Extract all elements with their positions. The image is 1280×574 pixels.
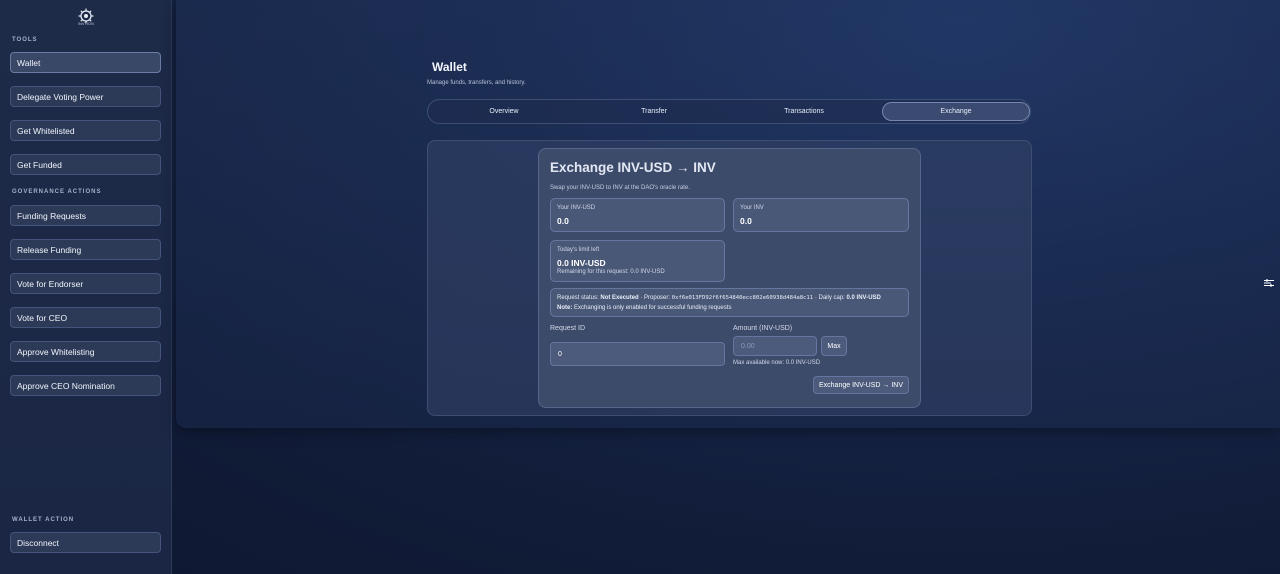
daily-limit-note: Remaining for this request: 0.0 INV-USD — [557, 269, 665, 275]
sidebar-item-wallet[interactable]: Wallet — [10, 52, 161, 73]
tab-exchange[interactable]: Exchange — [882, 102, 1030, 121]
daily-cap-value: 0.0 INV-USD — [846, 295, 881, 301]
daily-limit-value: 0.0 INV-USD — [557, 258, 606, 268]
sidebar-item-vote-for-endorser[interactable]: Vote for Endorser — [10, 273, 161, 294]
note-text: Exchanging is only enabled for successfu… — [572, 305, 732, 311]
governance-section-label: GOVERNANCE ACTIONS — [12, 189, 102, 195]
exchange-title: Exchange INV-USD → INV — [550, 160, 716, 175]
proposer-prefix: · Proposer: — [638, 295, 672, 301]
exchange-submit-button[interactable]: Exchange INV-USD → INV — [813, 376, 909, 394]
exchange-subtitle: Swap your INV-USD to INV at the DAO's or… — [550, 185, 690, 191]
your-inv-label: Your INV — [740, 205, 764, 211]
sidebar: INVTION TOOLS Wallet Delegate Voting Pow… — [0, 0, 172, 574]
proposer-address: 0xf6e013FD92f6f654840ecc802e60938d484a8c… — [671, 295, 814, 301]
logo-text: INVTION — [77, 22, 95, 26]
wallet-tabs: Overview Transfer Transactions Exchange — [427, 99, 1031, 124]
filter-settings-icon[interactable] — [1262, 276, 1276, 290]
amount-input[interactable] — [733, 336, 817, 356]
sidebar-item-approve-whitelisting[interactable]: Approve Whitelisting — [10, 341, 161, 362]
request-id-input[interactable] — [550, 342, 725, 366]
sidebar-item-vote-for-ceo[interactable]: Vote for CEO — [10, 307, 161, 328]
your-invusd-box: Your INV-USD 0.0 — [550, 198, 725, 232]
note-label: Note: — [557, 305, 573, 311]
page-subtitle: Manage funds, transfers, and history. — [427, 80, 526, 86]
tools-section-label: TOOLS — [12, 37, 38, 43]
your-invusd-value: 0.0 — [557, 216, 569, 226]
logo-icon: INVTION — [75, 7, 97, 29]
your-inv-box: Your INV 0.0 — [733, 198, 909, 232]
disconnect-button[interactable]: Disconnect — [10, 532, 161, 553]
sidebar-item-funding-requests[interactable]: Funding Requests — [10, 205, 161, 226]
daily-limit-box: Today's limit left 0.0 INV-USD Remaining… — [550, 240, 725, 282]
tab-transactions[interactable]: Transactions — [730, 102, 878, 121]
page-title: Wallet — [432, 60, 467, 74]
sidebar-item-get-funded[interactable]: Get Funded — [10, 154, 161, 175]
your-inv-value: 0.0 — [740, 216, 752, 226]
amount-label: Amount (INV-USD) — [733, 325, 793, 332]
tab-overview[interactable]: Overview — [430, 102, 578, 121]
status-value: Not Executed — [600, 295, 639, 301]
status-prefix: Request status: — [557, 295, 601, 301]
tab-transfer[interactable]: Transfer — [580, 102, 728, 121]
max-available-hint: Max available now: 0.0 INV-USD — [733, 360, 821, 366]
request-status-box: Request status: Not Executed · Proposer:… — [550, 288, 909, 317]
cap-prefix: · Daily cap: — [813, 295, 847, 301]
request-id-label: Request ID — [550, 325, 586, 332]
sidebar-item-get-whitelisted[interactable]: Get Whitelisted — [10, 120, 161, 141]
your-invusd-label: Your INV-USD — [557, 205, 596, 211]
sidebar-item-approve-ceo-nomination[interactable]: Approve CEO Nomination — [10, 375, 161, 396]
daily-limit-label: Today's limit left — [557, 247, 600, 253]
max-button[interactable]: Max — [821, 336, 847, 356]
sidebar-item-delegate-voting-power[interactable]: Delegate Voting Power — [10, 86, 161, 107]
sidebar-item-release-funding[interactable]: Release Funding — [10, 239, 161, 260]
wallet-action-section-label: WALLET ACTION — [12, 517, 75, 523]
